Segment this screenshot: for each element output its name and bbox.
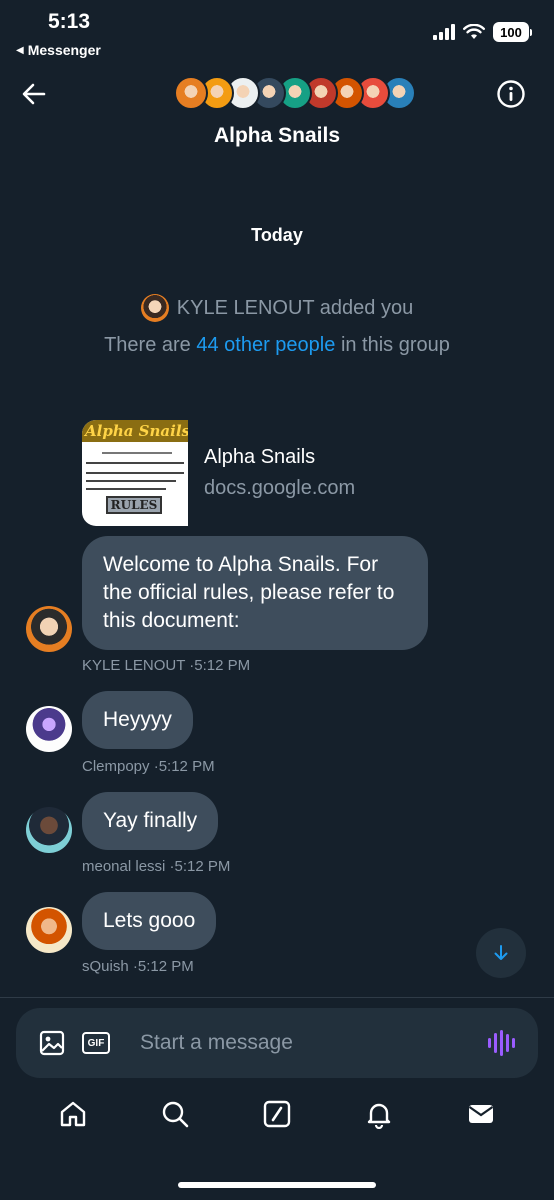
others-prefix: There are (104, 334, 191, 356)
arrow-down-icon (494, 945, 508, 960)
message-meta: meonal lessi ·5:12 PM (82, 858, 231, 875)
group-members-notice: There are 44 other people in this group (0, 334, 554, 357)
status-indicators: 100 (433, 22, 532, 42)
group-title[interactable]: Alpha Snails (0, 124, 554, 148)
search-icon (162, 1101, 189, 1128)
message-author: meonal lessi (82, 858, 166, 875)
message-meta: KYLE LENOUT ·5:12 PM (82, 657, 251, 674)
back-to-app-link[interactable]: ◀ Messenger (16, 42, 101, 58)
avatar[interactable] (26, 907, 72, 953)
group-avatars[interactable] (174, 76, 416, 110)
message-time: 5:12 PM (137, 958, 194, 975)
scroll-to-bottom-button[interactable] (476, 928, 526, 978)
tab-search[interactable] (159, 1098, 191, 1130)
added-notice: KYLE LENOUT added you (0, 294, 554, 322)
home-icon (60, 1101, 86, 1127)
message-author: KYLE LENOUT (82, 657, 186, 674)
battery-level: 100 (493, 22, 529, 42)
message-author: Clempopy (82, 758, 150, 775)
avatar[interactable] (26, 606, 72, 652)
composer-divider (0, 997, 554, 998)
message-meta: sQuish ·5:12 PM (82, 958, 194, 975)
message-author: sQuish (82, 958, 129, 975)
tab-messages[interactable] (465, 1098, 497, 1130)
message-bubble[interactable]: Yay finally (82, 792, 219, 850)
back-arrow-icon[interactable] (18, 78, 50, 110)
group-member-avatar (174, 76, 208, 110)
grok-icon (263, 1100, 291, 1128)
gif-icon[interactable]: GIF (82, 1032, 110, 1054)
avatar[interactable] (26, 706, 72, 752)
members-link[interactable]: 44 other people (196, 334, 335, 356)
link-title: Alpha Snails (204, 446, 316, 468)
message-time: 5:12 PM (174, 858, 231, 875)
cellular-signal-icon (433, 24, 455, 40)
wifi-icon (463, 24, 485, 39)
message-bubble[interactable]: Lets gooo (82, 892, 217, 950)
message-time: 5:12 PM (158, 758, 215, 775)
bottom-tab-bar (0, 1098, 554, 1130)
others-suffix: in this group (340, 334, 450, 356)
link-domain: docs.google.com (204, 477, 356, 499)
message-meta: Clempopy ·5:12 PM (82, 758, 215, 775)
messages-icon (468, 1105, 494, 1123)
message-time: 5:12 PM (194, 657, 251, 674)
message-input[interactable] (140, 1031, 486, 1055)
home-indicator[interactable] (178, 1182, 376, 1188)
notifications-icon (367, 1103, 391, 1129)
image-icon[interactable] (38, 1029, 66, 1057)
link-thumbnail: Alpha Snails RULES (82, 420, 188, 526)
link-preview-card[interactable]: Alpha Snails RULES Alpha Snails docs.goo… (82, 420, 355, 526)
info-circle-icon[interactable] (496, 79, 526, 109)
message-bubble[interactable]: Welcome to Alpha Snails. For the officia… (82, 536, 428, 650)
thumbnail-banner: Alpha Snails (82, 420, 188, 442)
avatar[interactable] (26, 807, 72, 853)
thumbnail-rules-label: RULES (106, 496, 162, 514)
back-triangle-icon: ◀ (16, 44, 24, 56)
added-text: KYLE LENOUT added you (176, 296, 414, 319)
date-separator: Today (251, 225, 303, 245)
voice-wave-icon[interactable] (486, 1028, 516, 1058)
message-composer: GIF (16, 1008, 538, 1078)
status-time: 5:13 (48, 10, 91, 33)
kyle-avatar-small (140, 294, 169, 322)
message-bubble[interactable]: Heyyyy (82, 691, 193, 749)
tab-notifications[interactable] (363, 1098, 395, 1130)
tab-grok[interactable] (261, 1098, 293, 1130)
battery-icon: 100 (493, 22, 532, 42)
back-app-label: Messenger (27, 42, 101, 58)
tab-home[interactable] (57, 1098, 89, 1130)
